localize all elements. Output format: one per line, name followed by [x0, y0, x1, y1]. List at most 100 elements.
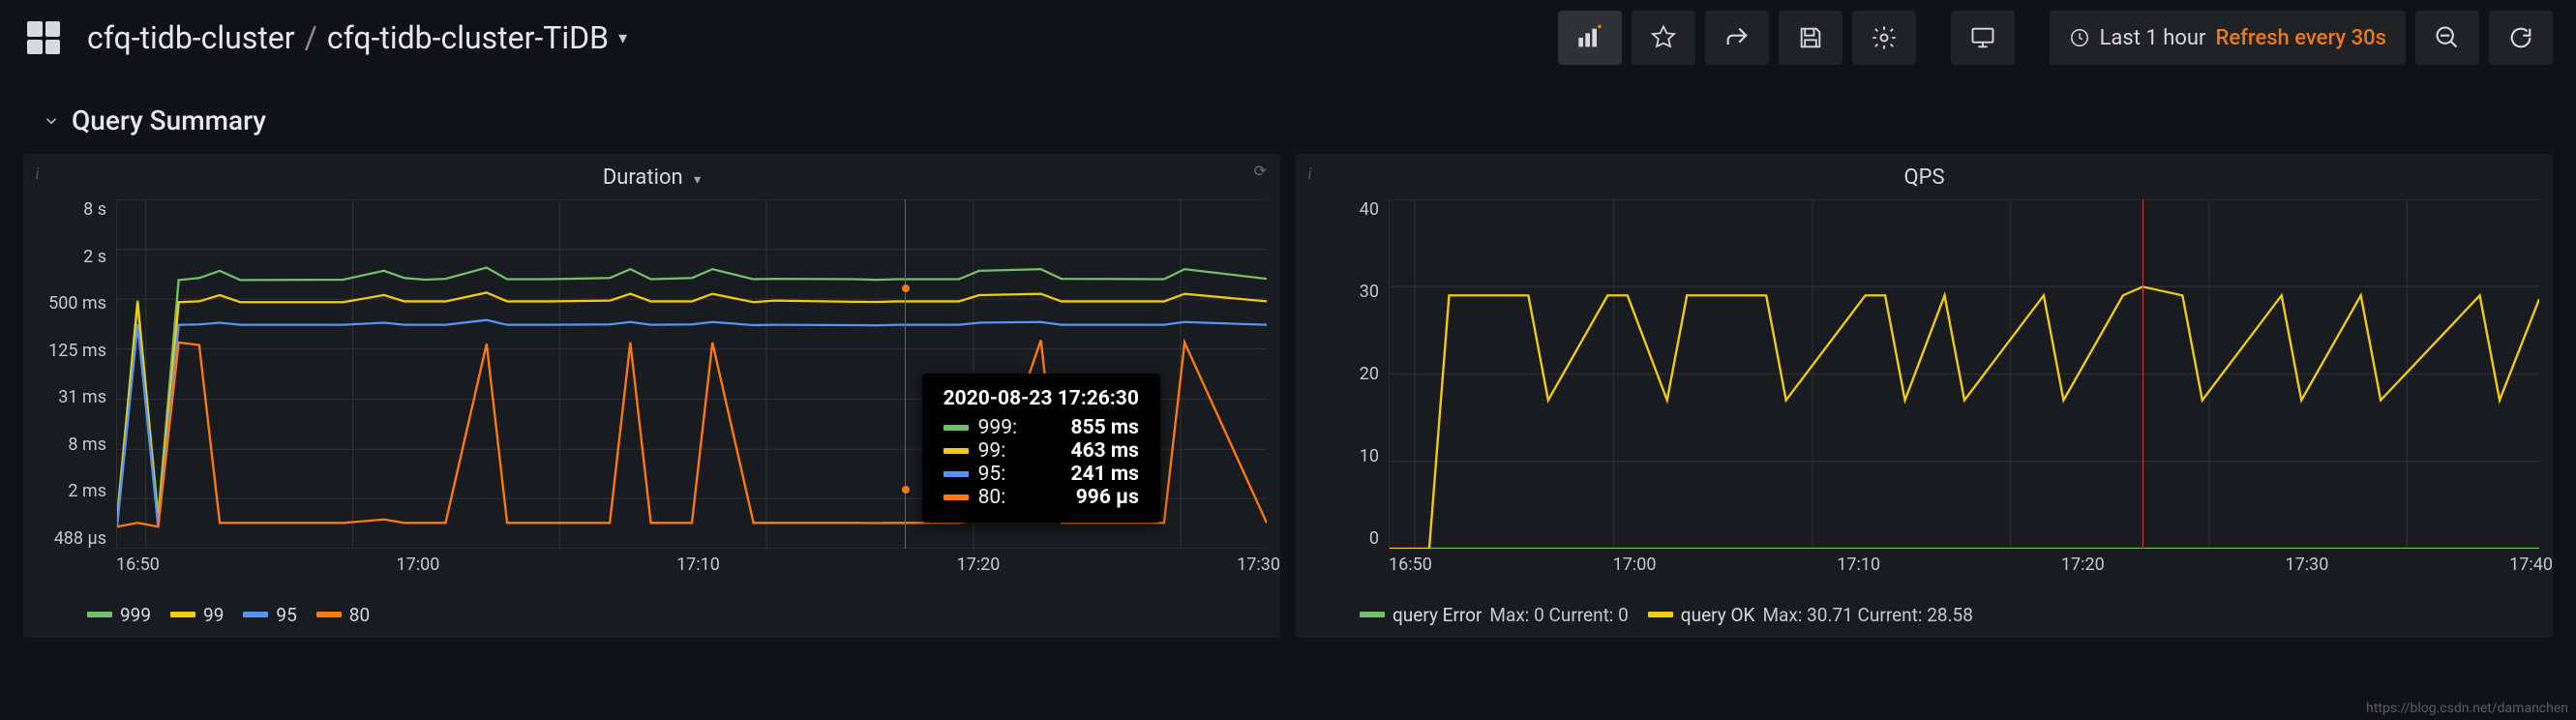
time-range-label: Last 1 hour [2100, 26, 2206, 50]
legend-swatch-icon [243, 612, 268, 617]
axis-tick: 17:10 [676, 555, 720, 575]
axis-tick: 8 s [83, 199, 106, 220]
legend-swatch-icon [944, 471, 969, 477]
legend-label: query Error [1393, 604, 1482, 626]
chevron-down-icon [43, 112, 60, 130]
axis-tick: 17:40 [2509, 555, 2553, 575]
y-axis: 40 30 20 10 0 [1296, 199, 1389, 549]
star-button[interactable] [1632, 11, 1695, 65]
chart-plot[interactable] [1389, 199, 2539, 549]
refresh-button[interactable] [2489, 11, 2553, 65]
settings-button[interactable] [1852, 11, 1916, 65]
legend-label: query OK [1681, 604, 1755, 626]
tooltip-label: 999: [978, 416, 1034, 439]
tooltip-label: 99: [978, 439, 1034, 463]
save-button[interactable] [1779, 11, 1842, 65]
axis-tick: 16:50 [1389, 555, 1432, 575]
x-axis: 16:50 17:00 17:10 17:20 17:30 17:40 [1296, 549, 2553, 591]
breadcrumb-current[interactable]: cfq-tidb-cluster-TiDB [327, 19, 609, 56]
breadcrumb[interactable]: cfq-tidb-cluster / cfq-tidb-cluster-TiDB… [87, 19, 627, 56]
legend-item[interactable]: 99 [170, 604, 224, 626]
crosshair [905, 199, 906, 549]
legend-label: 80 [349, 604, 370, 626]
clock-icon [2069, 27, 2090, 48]
axis-tick: 2 s [83, 247, 106, 267]
section-header[interactable]: Query Summary [0, 75, 2576, 154]
axis-tick: 10 [1360, 446, 1379, 466]
breadcrumb-slash: / [305, 19, 317, 56]
axis-tick: 2 ms [68, 481, 106, 501]
panel-duration[interactable]: i ⟳ Duration ▾ 8 s2 s500 ms125 ms31 ms8 … [23, 154, 1280, 638]
info-icon[interactable]: i [35, 164, 40, 184]
legend-swatch-icon [87, 612, 112, 617]
axis-tick: 17:00 [397, 555, 440, 575]
axis-tick: 500 ms [48, 293, 106, 314]
tooltip-row: 99: 463 ms [944, 439, 1139, 463]
tooltip-label: 95: [978, 463, 1034, 486]
loading-icon: ⟳ [1254, 162, 1267, 180]
crosshair [2142, 199, 2143, 549]
watermark: https://blog.csdn.net/damanchen [2366, 701, 2568, 716]
axis-tick: 125 ms [48, 341, 106, 361]
add-panel-button[interactable] [1558, 11, 1622, 65]
tooltip-time: 2020-08-23 17:26:30 [944, 387, 1139, 410]
axis-tick: 17:20 [2061, 555, 2105, 575]
legend-swatch-icon [944, 495, 969, 500]
legend-swatch-icon [1648, 612, 1673, 617]
legend-item[interactable]: 80 [316, 604, 370, 626]
tooltip-value: 996 µs [1076, 486, 1139, 509]
legend-label: 95 [276, 604, 296, 626]
legend-label: 999 [120, 604, 151, 626]
legend-swatch-icon [1360, 612, 1385, 617]
axis-tick: 17:20 [957, 555, 1001, 575]
y-axis: 8 s 2 s 500 ms 125 ms 31 ms 8 ms 2 ms 488 µs [23, 199, 116, 549]
section-title: Query Summary [72, 105, 266, 136]
x-axis: 16:50 17:00 17:10 17:20 17:30 [23, 549, 1280, 591]
refresh-interval-label: Refresh every 30s [2215, 26, 2386, 50]
legend-item[interactable]: 95 [243, 604, 296, 626]
tooltip-row: 95: 241 ms [944, 463, 1139, 486]
breadcrumb-parent[interactable]: cfq-tidb-cluster [87, 19, 295, 56]
axis-tick: 488 µs [54, 528, 106, 549]
legend-item[interactable]: 999 [87, 604, 151, 626]
axis-tick: 17:00 [1613, 555, 1657, 575]
panel-title[interactable]: Duration ▾ [23, 154, 1280, 194]
axis-tick: 8 ms [68, 435, 106, 455]
legend[interactable]: 999999580 [23, 591, 1280, 638]
zoom-out-button[interactable] [2415, 11, 2479, 65]
axis-tick: 31 ms [58, 387, 106, 407]
time-range-button[interactable]: Last 1 hour Refresh every 30s [2050, 11, 2406, 65]
tooltip-value: 241 ms [1071, 463, 1139, 486]
axis-tick: 20 [1360, 364, 1379, 384]
legend-item[interactable]: query OK Max: 30.71 Current: 28.58 [1648, 604, 1973, 626]
breadcrumb-caret-icon[interactable]: ▾ [618, 28, 627, 48]
share-button[interactable] [1705, 11, 1769, 65]
panel-caret-icon: ▾ [694, 172, 701, 188]
legend-item[interactable]: query Error Max: 0 Current: 0 [1360, 604, 1629, 626]
axis-tick: 17:30 [2286, 555, 2329, 575]
tooltip-row: 999:855 ms [944, 416, 1139, 439]
axis-tick: 40 [1360, 199, 1379, 220]
panel-title[interactable]: QPS [1296, 154, 2553, 194]
legend-label: 99 [203, 604, 224, 626]
tooltip-value: 463 ms [1071, 439, 1139, 463]
chart-plot[interactable]: 2020-08-23 17:26:30 999:855 ms99:463 ms9… [116, 199, 1267, 549]
dashboard-logo-icon[interactable] [27, 21, 60, 54]
legend-stat: Max: 0 Current: 0 [1489, 604, 1628, 626]
axis-tick: 17:10 [1837, 555, 1880, 575]
axis-tick: 16:50 [116, 555, 160, 575]
axis-tick: 0 [1369, 528, 1379, 549]
axis-tick: 17:30 [1237, 555, 1280, 575]
tooltip: 2020-08-23 17:26:30 999:855 ms99:463 ms9… [922, 374, 1160, 523]
info-icon[interactable]: i [1307, 164, 1312, 184]
tooltip-label: 80: [978, 486, 1034, 509]
legend-stat: Max: 30.71 Current: 28.58 [1762, 604, 1972, 626]
tooltip-row: 80: 996 µs [944, 486, 1139, 509]
legend[interactable]: query Error Max: 0 Current: 0 query OK Max:… [1296, 591, 2553, 638]
panel-qps[interactable]: i QPS 40 30 20 10 0 16:50 17:00 17:10 17:20 17:3… [1296, 154, 2553, 638]
view-mode-button[interactable] [1951, 11, 2015, 65]
legend-swatch-icon [316, 612, 342, 617]
legend-swatch-icon [944, 425, 969, 431]
legend-swatch-icon [170, 612, 195, 617]
axis-tick: 30 [1360, 282, 1379, 302]
